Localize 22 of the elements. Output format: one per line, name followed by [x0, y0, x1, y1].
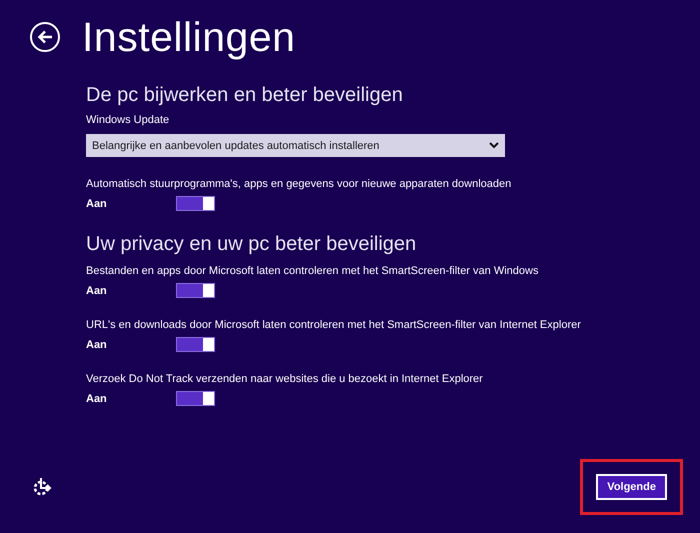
toggle-state-text: Aan — [86, 198, 108, 210]
toggle-switch[interactable] — [176, 391, 215, 406]
setting-label: Automatisch stuurprogramma's, apps en gegevens voor nieuwe apparaten downloaden — [86, 177, 512, 191]
back-button[interactable] — [30, 22, 60, 52]
setting-label: URL's en downloads door Microsoft laten controleren met het SmartScreen-filter van Internet Explorer — [86, 318, 582, 332]
toggle-switch[interactable] — [176, 283, 215, 298]
dropdown-label: Windows Update — [86, 113, 170, 127]
setting-label: Verzoek Do Not Track verzenden naar websites die u bezoekt in Internet Explorer — [86, 372, 484, 386]
chevron-down-icon — [489, 142, 499, 149]
setting-label: Bestanden en apps door Microsoft laten controleren met het SmartScreen-filter van Windows — [86, 264, 540, 278]
back-arrow-icon — [37, 30, 53, 44]
toggle-switch[interactable] — [176, 196, 215, 211]
ease-of-access-icon[interactable] — [32, 477, 52, 497]
toggle-state-text: Aan — [86, 338, 108, 350]
update-dropdown[interactable]: Belangrijke en aanbevolen updates automatisch installeren — [86, 134, 505, 157]
next-button[interactable]: Volgende — [596, 474, 667, 500]
toggle-switch[interactable] — [176, 337, 215, 352]
page-title: Instellingen — [82, 14, 296, 60]
section-heading: De pc bijwerken en beter beveiligen — [86, 84, 404, 107]
toggle-state-text: Aan — [86, 284, 108, 296]
section-heading: Uw privacy en uw pc beter beveiligen — [86, 233, 418, 256]
toggle-state-text: Aan — [86, 392, 108, 404]
